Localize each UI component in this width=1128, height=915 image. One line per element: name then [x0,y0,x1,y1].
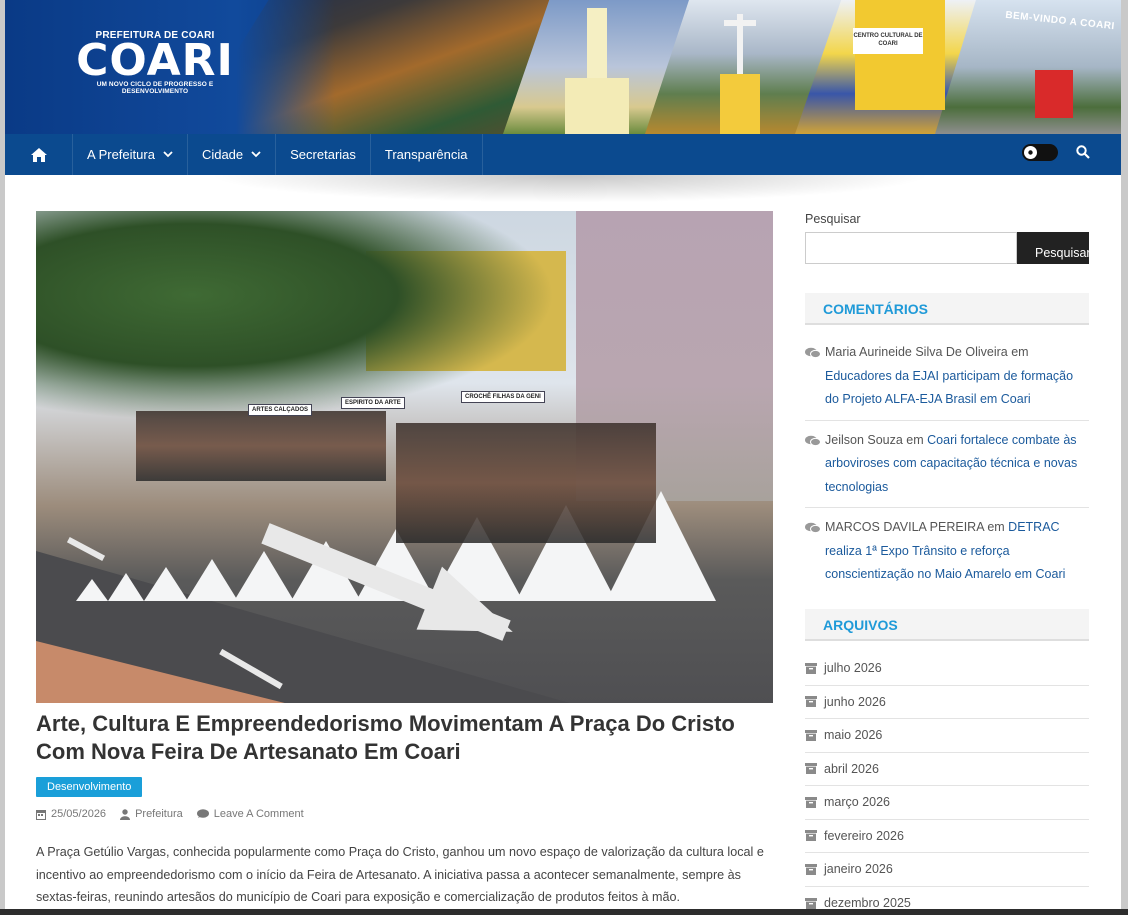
archive-item[interactable]: junho 2026 [805,686,1089,719]
chevron-down-icon [251,151,261,158]
logo-name: COARI [76,35,234,86]
image-sign-espirito: ESPIRITO DA ARTE [341,397,405,409]
nav-item-label: Cidade [201,147,244,162]
image-stalls-far [136,411,386,481]
image-sign-croche: CROCHÊ FILHAS DA GENI [461,391,545,403]
bottom-bar [0,909,1128,915]
comment-icon [196,809,209,818]
comment-connector: em [902,432,928,447]
post-meta: 25/05/2026 Prefeitura Leave A Comment [36,808,318,820]
archive-icon [805,863,817,875]
archive-item[interactable]: fevereiro 2026 [805,820,1089,853]
page-right-edge [1121,0,1128,915]
image-stalls [396,423,656,543]
nav-item-label: A Prefeitura [87,147,155,162]
archive-icon [805,796,817,808]
archive-label: junho 2026 [824,694,886,709]
comments-icon [805,435,821,446]
search-label: Pesquisar [805,212,861,226]
archive-item[interactable]: maio 2026 [805,719,1089,753]
search-input[interactable] [805,232,1017,264]
post-category-badge[interactable]: Desenvolvimento [36,777,143,797]
archive-label: março 2026 [824,795,891,810]
archive-icon [805,696,817,708]
archive-icon [805,830,817,842]
archive-icon [805,729,817,741]
chevron-down-icon [163,151,173,158]
comment-author: Maria Aurineide Silva De Oliveira [825,345,1008,359]
post-date[interactable]: 25/05/2026 [36,808,106,820]
sidebar-archives-widget: ARQUIVOS julho 2026 junho 2026 maio 2026… [805,609,1089,915]
archive-label: julho 2026 [824,661,882,676]
cultural-center-building [855,0,945,110]
comments-icon [805,522,821,534]
comment-author: MARCOS DAVILA PEREIRA [825,520,984,534]
search-icon [1076,145,1090,159]
dark-mode-toggle[interactable] [1022,144,1058,161]
comment-author: Jeilson Souza [825,432,903,447]
archive-label: fevereiro 2026 [824,828,904,843]
comment-connector: em [983,520,1009,534]
search-form: Pesquisar [805,232,1089,264]
nav-item-cidade[interactable]: Cidade [188,134,277,175]
comment-connector: em [1007,345,1029,359]
comments-widget-title: COMENTÁRIOS [805,293,1089,325]
main-navigation: A Prefeitura Cidade Secretarias Transpar… [5,134,1121,175]
post-featured-image[interactable]: ESPIRITO DA ARTE CROCHÊ FILHAS DA GENI A… [36,211,773,703]
church-illustration [565,8,629,134]
red-kiosk [1035,70,1073,118]
comment-item: Jeilson Souza em Coari fortalece combate… [805,421,1089,508]
archive-item[interactable]: abril 2026 [805,753,1089,786]
cristo-statue-illustration [720,10,760,134]
image-sign-artes: ARTES CALÇADOS [248,404,313,416]
nav-search-button[interactable] [1076,143,1096,163]
archive-item[interactable]: março 2026 [805,786,1089,820]
sidebar-search: Pesquisar Pesquisar [805,212,1089,264]
archive-label: janeiro 2026 [824,862,893,877]
site-logo[interactable]: PREFEITURA DE COARI COARI UM NOVO CICLO … [65,30,245,100]
archive-label: maio 2026 [824,728,883,743]
search-button[interactable]: Pesquisar [1017,232,1089,264]
user-icon [120,808,131,820]
archive-item[interactable]: janeiro 2026 [805,853,1089,887]
archive-label: abril 2026 [824,761,879,776]
sun-icon [1028,150,1033,155]
nav-item-transparencia[interactable]: Transparência [371,134,483,175]
home-icon [30,147,47,162]
header-banner: CENTRO CULTURAL DE COARI BEM-VINDO A COA… [5,0,1121,134]
post-excerpt: A Praça Getúlio Vargas, conhecida popula… [36,845,764,904]
comment-item: Maria Aurineide Silva De Oliveira em Edu… [805,333,1089,421]
post-comment-link[interactable]: Leave A Comment [196,808,304,820]
image-palm-trees [36,211,556,421]
post-author[interactable]: Prefeitura [120,808,183,820]
archive-icon [805,662,817,674]
archive-icon [805,897,817,909]
comments-icon [805,347,821,359]
sidebar-comments-widget: COMENTÁRIOS Maria Aurineide Silva De Oli… [805,293,1089,595]
post-author-text: Prefeitura [135,808,183,820]
calendar-icon [36,809,46,820]
nav-item-a-prefeitura[interactable]: A Prefeitura [73,134,188,175]
post-title[interactable]: Arte, Cultura E Empreendedorismo Movimen… [36,710,773,766]
nav-home[interactable] [5,134,73,175]
toggle-knob [1024,146,1037,159]
nav-item-secretarias[interactable]: Secretarias [276,134,371,175]
archives-widget-title: ARQUIVOS [805,609,1089,641]
post-date-text: 25/05/2026 [51,808,107,820]
archive-item[interactable]: julho 2026 [805,652,1089,686]
cultural-center-sign: CENTRO CULTURAL DE COARI [853,28,923,54]
comment-item: MARCOS DAVILA PEREIRA em DETRAC realiza … [805,508,1089,595]
post-comment-text: Leave A Comment [213,808,304,820]
nav-item-label: Secretarias [290,147,356,162]
nav-shadow [180,175,960,205]
comment-post-link[interactable]: Educadores da EJAI participam de formaçã… [825,369,1073,407]
archive-icon [805,763,817,775]
nav-item-label: Transparência [384,147,468,162]
